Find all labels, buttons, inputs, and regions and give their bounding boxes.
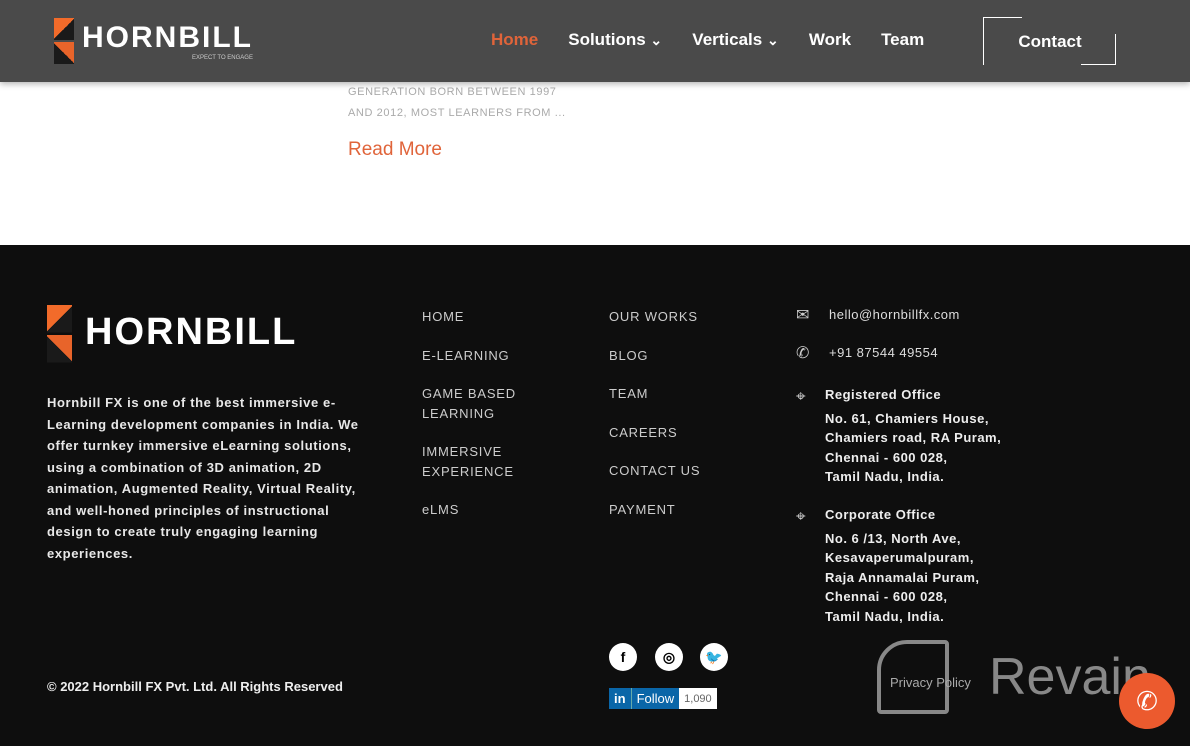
address-line: Tamil Nadu, India.: [825, 608, 945, 624]
nav-work[interactable]: Work: [809, 30, 851, 50]
about-text: Hornbill FX is one of the best immersive…: [47, 395, 359, 561]
logo-mark-icon: [47, 305, 72, 378]
copyright: © 2022 Hornbill FX Pvt. Ltd. All Rights …: [47, 679, 343, 694]
address-line: Chennai - 600 028,: [825, 449, 948, 465]
footer-links-2: OUR WORKS BLOG TEAM CAREERS CONTACT US P…: [609, 307, 700, 538]
follow-label: Follow: [631, 688, 680, 709]
instagram-icon[interactable]: ◎: [655, 643, 683, 671]
logo-mark-icon: [54, 18, 74, 64]
footer-link-immersive[interactable]: IMMERSIVE EXPERIENCE: [422, 442, 542, 481]
location-pin-icon: ⌖: [796, 387, 806, 406]
chevron-down-icon: ⌄: [766, 33, 779, 49]
nav-team[interactable]: Team: [881, 30, 924, 50]
registered-office: Registered Office No. 61, Chamiers House…: [825, 385, 1001, 487]
address-line: No. 6 /13, North Ave,: [825, 530, 961, 546]
logo[interactable]: HORNBILL EXPECT TO ENGAGE: [54, 18, 253, 64]
main-nav: Home Solutions ⌄ Verticals ⌄ Work Team: [491, 30, 924, 50]
nav-home[interactable]: Home: [491, 30, 538, 50]
mail-icon: ✉: [796, 307, 810, 324]
email-link[interactable]: hello@hornbillfx.com: [829, 307, 960, 322]
nav-label: Solutions: [568, 30, 646, 49]
footer-link-payment[interactable]: PAYMENT: [609, 500, 700, 520]
footer: HORNBILL Hornbill FX is one of the best …: [0, 245, 1190, 746]
privacy-policy-link[interactable]: Privacy Policy: [890, 675, 971, 690]
nav-verticals[interactable]: Verticals ⌄: [692, 30, 779, 50]
linkedin-follow-button[interactable]: in Follow 1,090: [609, 688, 717, 709]
footer-link-careers[interactable]: CAREERS: [609, 423, 700, 443]
follower-count: 1,090: [679, 688, 717, 709]
address-line: Tamil Nadu, India.: [825, 469, 945, 484]
address-line: No. 61, Chamiers House,: [825, 410, 989, 426]
footer-link-elms[interactable]: eLMS: [422, 500, 542, 520]
twitter-icon[interactable]: 🐦: [700, 643, 728, 671]
contact-label: Contact: [1018, 31, 1082, 51]
excerpt-line: GENERATION BORN BETWEEN 1997: [348, 86, 557, 98]
chevron-down-icon: ⌄: [650, 33, 663, 49]
corporate-office: Corporate Office No. 6 /13, North Ave, K…: [825, 505, 980, 626]
address-line: Kesavaperumalpuram,: [825, 550, 974, 565]
footer-link-home[interactable]: HOME: [422, 307, 542, 327]
nav-solutions[interactable]: Solutions ⌄: [568, 30, 662, 50]
facebook-icon[interactable]: f: [609, 643, 637, 671]
office-title: Corporate Office: [825, 507, 936, 522]
address-line: Chamiers road, RA Puram,: [825, 430, 1002, 445]
footer-link-blog[interactable]: BLOG: [609, 346, 700, 366]
footer-logo: HORNBILL: [47, 305, 297, 363]
nav-label: Verticals: [692, 30, 763, 49]
excerpt-line: AND 2012, MOST LEARNERS FROM ...: [348, 107, 566, 119]
phone-link[interactable]: +91 87544 49554: [829, 345, 938, 360]
contact-button[interactable]: Contact: [983, 17, 1117, 65]
office-title: Registered Office: [825, 387, 942, 402]
footer-link-works[interactable]: OUR WORKS: [609, 307, 700, 327]
footer-link-team[interactable]: TEAM: [609, 384, 700, 404]
logo-tagline: EXPECT TO ENGAGE: [191, 55, 253, 61]
phone-icon: ✆: [796, 345, 810, 362]
logo-text: HORNBILL: [82, 21, 253, 54]
footer-link-game-based[interactable]: GAME BASED LEARNING: [422, 384, 542, 423]
call-button-phone-icon[interactable]: ✆: [1119, 673, 1175, 729]
site-header: HORNBILL EXPECT TO ENGAGE Home Solutions…: [0, 0, 1190, 82]
footer-link-elearning[interactable]: E-LEARNING: [422, 346, 542, 366]
address-line: Chennai - 600 028,: [825, 589, 948, 604]
footer-link-contact[interactable]: CONTACT US: [609, 461, 700, 481]
read-more-link[interactable]: Read More: [348, 139, 442, 161]
address-line: Raja Annamalai Puram,: [825, 569, 980, 585]
linkedin-icon: in: [609, 688, 632, 709]
logo-text: HORNBILL: [85, 310, 298, 353]
footer-links-1: HOME E-LEARNING GAME BASED LEARNING IMME…: [422, 307, 542, 539]
location-pin-icon: ⌖: [796, 507, 806, 526]
blog-excerpt: GENERATION BORN BETWEEN 1997 AND 2012, M…: [348, 82, 566, 124]
